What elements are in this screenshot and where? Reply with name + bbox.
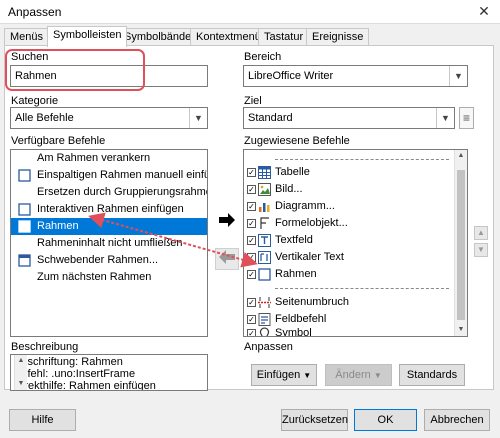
defaults-button[interactable]: Standards <box>399 364 465 386</box>
tab-toolbars[interactable]: Symbolleisten <box>47 26 128 47</box>
insert-button[interactable]: Einfügen ▼ <box>251 364 317 386</box>
customize-label: Anpassen <box>244 341 293 353</box>
scroll-up-icon[interactable]: ▲ <box>15 355 27 367</box>
description-line: Befehl: .uno:InsertFrame <box>14 368 136 380</box>
description-box: Beschriftung: Rahmen Befehl: .uno:Insert… <box>10 354 208 391</box>
help-button[interactable]: Hilfe <box>9 409 76 431</box>
scroll-down-icon[interactable]: ▼ <box>15 378 27 390</box>
description-line: Beschriftung: Rahmen <box>14 356 123 368</box>
modify-button[interactable]: Ändern ▼ <box>325 364 392 386</box>
cancel-button[interactable]: Abbrechen <box>424 409 490 431</box>
description-line: Direkthilfe: Rahmen einfügen <box>14 380 156 391</box>
description-label: Beschreibung <box>11 341 79 353</box>
chevron-down-icon: ▼ <box>373 371 382 380</box>
reset-button[interactable]: Zurücksetzen <box>281 409 348 431</box>
chevron-down-icon: ▼ <box>303 371 312 380</box>
ok-button[interactable]: OK <box>354 409 417 431</box>
description-scrollbar[interactable]: ▲ ▼ <box>14 355 27 390</box>
